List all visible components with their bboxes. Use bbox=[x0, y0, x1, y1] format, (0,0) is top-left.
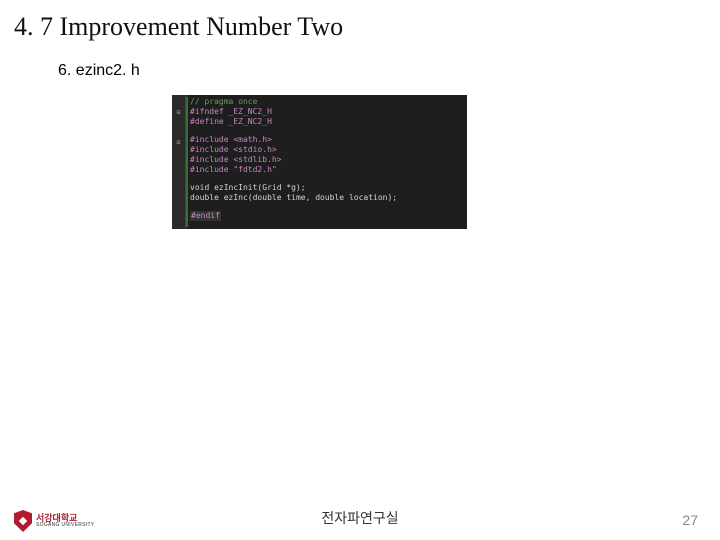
footer-label: 전자파연구실 bbox=[0, 508, 720, 528]
code-line: #include <stdio.h> bbox=[190, 145, 463, 155]
code-gutter: ⊟⊟ bbox=[172, 95, 186, 229]
code-line bbox=[190, 175, 463, 183]
code-area: // pragma once#ifndef _EZ_NC2_H#define _… bbox=[186, 95, 467, 229]
code-line: #include "fdtd2.h" bbox=[190, 165, 463, 175]
slide: 4. 7 Improvement Number Two 6. ezinc2. h… bbox=[0, 0, 720, 540]
code-line: // pragma once bbox=[190, 97, 463, 107]
slide-title: 4. 7 Improvement Number Two bbox=[14, 12, 343, 42]
sub-item: 6. ezinc2. h bbox=[58, 62, 140, 80]
code-screenshot: ⊟⊟ // pragma once#ifndef _EZ_NC2_H#defin… bbox=[172, 95, 467, 229]
code-line: #ifndef _EZ_NC2_H bbox=[190, 107, 463, 117]
gutter-change-bar bbox=[186, 97, 188, 227]
code-line: #define _EZ_NC2_H bbox=[190, 117, 463, 127]
code-line: #endif bbox=[190, 211, 463, 221]
code-line: #include <math.h> bbox=[190, 135, 463, 145]
page-number: 27 bbox=[682, 512, 698, 528]
code-line: double ezInc(double time, double locatio… bbox=[190, 193, 463, 203]
code-line: #include <stdlib.h> bbox=[190, 155, 463, 165]
code-line: void ezIncInit(Grid *g); bbox=[190, 183, 463, 193]
code-line bbox=[190, 127, 463, 135]
code-line bbox=[190, 203, 463, 211]
